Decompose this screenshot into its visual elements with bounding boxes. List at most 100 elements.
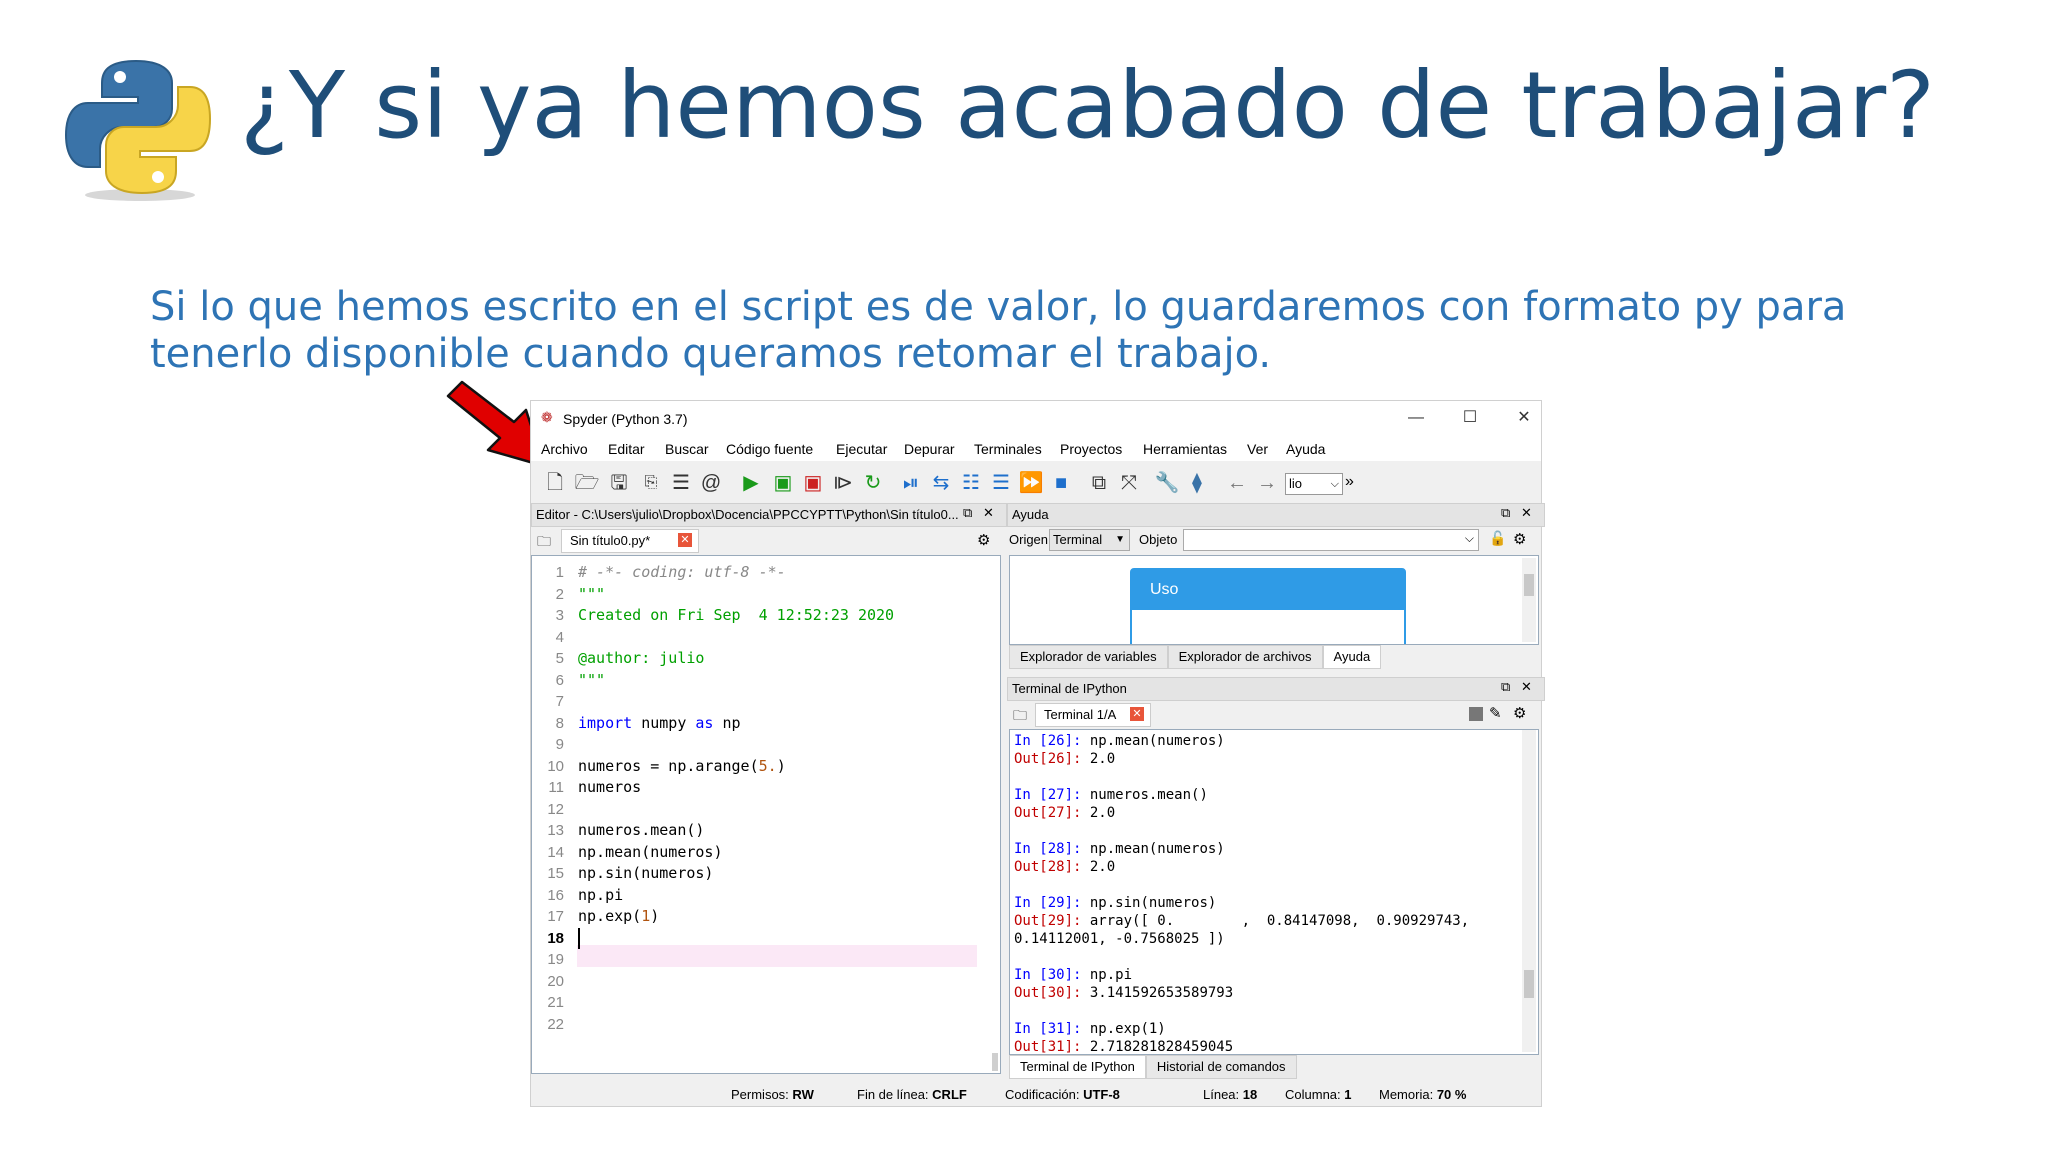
menu-terminales[interactable]: Terminales (974, 441, 1042, 457)
tab-variable-explorer[interactable]: Explorador de variables (1009, 645, 1168, 669)
menu-ver[interactable]: Ver (1247, 441, 1268, 457)
close-button[interactable]: ✕ (1509, 405, 1539, 431)
working-directory-combo[interactable]: lio ⌵ (1285, 473, 1343, 495)
editor-scrollbar[interactable] (992, 1053, 998, 1071)
close-pane-icon[interactable]: ✕ (1521, 679, 1532, 695)
ipython-console[interactable]: In [26]: np.mean(numeros) Out[26]: 2.0 In … (1009, 729, 1539, 1055)
tab-help[interactable]: Ayuda (1322, 645, 1382, 669)
menu-proyectos[interactable]: Proyectos (1060, 441, 1122, 457)
line-number: 1 (555, 564, 564, 581)
gear-icon[interactable]: ⚙ (1513, 704, 1526, 722)
line-number: 2 (555, 585, 564, 603)
close-pane-icon[interactable]: ✕ (1521, 505, 1532, 521)
menu-buscar[interactable]: Buscar (665, 441, 709, 457)
rerun-icon[interactable]: ↻ (859, 469, 887, 497)
stop-debug-icon[interactable]: ■ (1047, 469, 1075, 497)
status-line: Línea: 18 (1203, 1087, 1258, 1102)
menu-editar[interactable]: Editar (608, 441, 645, 457)
console-line: In [26]: np.mean(numeros) (1014, 732, 1469, 750)
menu-depurar[interactable]: Depurar (904, 441, 955, 457)
save-icon[interactable]: 🖫 (605, 469, 633, 497)
help-toolbar: Origen Terminal ▼ Objeto ⌵ 🔓 ⚙ (1007, 527, 1539, 553)
step-into-icon[interactable]: ☷ (957, 469, 985, 497)
console-tab[interactable]: Terminal 1/A ✕ (1035, 703, 1151, 727)
status-memory: Memoria: 70 % (1379, 1087, 1467, 1102)
lock-icon[interactable]: 🔓 (1489, 530, 1506, 547)
origin-select[interactable]: Terminal ▼ (1049, 529, 1130, 551)
debug-icon[interactable]: ⏯ (897, 469, 925, 497)
tab-history[interactable]: Historial de comandos (1145, 1055, 1297, 1079)
back-arrow-icon[interactable]: ← (1223, 469, 1251, 497)
console-header: Terminal de IPython (1007, 677, 1545, 701)
maximize-button[interactable]: ☐ (1455, 405, 1485, 431)
console-line: Out[28]: 2.0 (1014, 858, 1469, 876)
tab-file-explorer[interactable]: Explorador de archivos (1167, 645, 1323, 669)
preferences-icon[interactable]: 🔧 (1153, 469, 1181, 497)
menu-codigo-fuente[interactable]: Código fuente (726, 441, 813, 457)
continue-icon[interactable]: ⏩ (1017, 469, 1045, 497)
code-line: np.sin(numeros) (578, 864, 714, 882)
line-number: 19 (547, 951, 564, 968)
open-file-icon[interactable]: 🗁 (573, 469, 601, 497)
console-prompt: In [29]: (1014, 895, 1082, 911)
outline-icon[interactable]: ☰ (667, 469, 695, 497)
line-number: 20 (547, 972, 564, 990)
gear-icon[interactable]: ⚙ (977, 531, 990, 549)
step-icon[interactable]: ⇆ (927, 469, 955, 497)
status-bar: Permisos: RW Fin de línea: CRLF Codifica… (531, 1082, 1541, 1106)
undock-icon[interactable]: ⧉ (963, 505, 972, 521)
console-text: np.exp(1) (1081, 1021, 1166, 1037)
python-path-icon[interactable]: ⧫ (1183, 469, 1211, 497)
chevron-down-icon: ⌵ (1464, 531, 1474, 545)
run-cell-advance-icon[interactable]: ▣ (799, 469, 827, 497)
object-input[interactable]: ⌵ (1183, 529, 1479, 551)
menu-ayuda[interactable]: Ayuda (1286, 441, 1325, 457)
toolbar-overflow-button[interactable]: » (1345, 473, 1354, 491)
close-tab-icon[interactable]: ✕ (1130, 707, 1144, 721)
console-line: Out[26]: 2.0 (1014, 750, 1469, 768)
status-column: Columna: 1 (1285, 1087, 1352, 1102)
browse-tabs-icon[interactable]: 🗀 (537, 531, 551, 555)
menu-archivo[interactable]: Archivo (541, 441, 588, 457)
menu-ejecutar[interactable]: Ejecutar (836, 441, 887, 457)
undock-icon[interactable]: ⧉ (1501, 679, 1510, 695)
run-selection-icon[interactable]: ⧐ (829, 469, 857, 497)
gear-icon[interactable]: ⚙ (1513, 530, 1526, 548)
eraser-icon[interactable]: ✎ (1489, 704, 1502, 722)
forward-arrow-icon[interactable]: → (1253, 469, 1281, 497)
fullscreen-icon[interactable]: ⤧ (1115, 469, 1143, 497)
editor-path: Editor - C:\Users\julio\Dropbox\Docencia… (536, 507, 959, 522)
minimize-button[interactable]: — (1401, 405, 1431, 431)
console-line: In [29]: np.sin(numeros) (1014, 894, 1469, 912)
run-cell-icon[interactable]: ▣ (769, 469, 797, 497)
close-tab-icon[interactable]: ✕ (678, 533, 692, 547)
editor-tab[interactable]: Sin título0.py* ✕ (561, 529, 699, 553)
code-editor[interactable]: 1 2 3 4 5 6 7 8 9 10 11 12 13 14 15 16 17 18 19 20 21 22 # -*… (531, 555, 1001, 1074)
help-scrollbar[interactable] (1522, 558, 1536, 642)
code-line: np.mean(numeros) (578, 842, 723, 861)
stop-kernel-icon[interactable] (1469, 707, 1483, 721)
tab-ipython-console[interactable]: Terminal de IPython (1009, 1055, 1146, 1079)
run-icon[interactable]: ▶ (737, 469, 765, 497)
maximize-pane-icon[interactable]: ⧉ (1085, 469, 1113, 497)
console-text: np.pi (1081, 967, 1133, 983)
new-file-icon[interactable]: 🗋 (541, 469, 569, 497)
help-tabs: Explorador de variables Explorador de ar… (1009, 645, 1537, 669)
at-icon[interactable]: @ (697, 469, 725, 497)
close-pane-icon[interactable]: ✕ (983, 505, 994, 521)
save-all-icon[interactable]: ⎘ (637, 469, 665, 497)
code-text[interactable]: # -*- coding: utf-8 -*- """ Created on Fri… (578, 562, 894, 1035)
menu-herramientas[interactable]: Herramientas (1143, 441, 1227, 457)
step-return-icon[interactable]: ☰ (987, 469, 1015, 497)
console-line: Out[31]: 2.718281828459045 (1014, 1038, 1469, 1054)
browse-tabs-icon[interactable]: 🗀 (1013, 705, 1027, 729)
console-scrollbar[interactable] (1522, 730, 1536, 1052)
line-number: 8 (555, 714, 564, 732)
undock-icon[interactable]: ⧉ (1501, 505, 1510, 521)
code-line (578, 927, 894, 949)
